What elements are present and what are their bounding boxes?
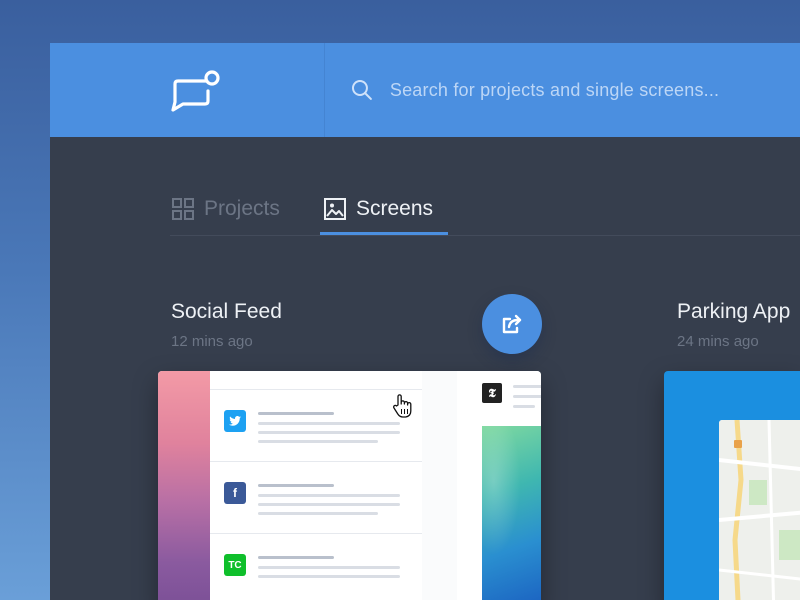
screen-thumbnail-social-feed[interactable]: f TC 𝕿 [158, 371, 541, 600]
app-window: Projects Screens Social Feed 12 mins ago [50, 43, 800, 600]
image-icon [324, 198, 346, 220]
search-icon [351, 80, 372, 100]
tab-bar: Projects Screens [170, 183, 800, 236]
share-button[interactable] [482, 294, 542, 354]
grid-icon [172, 198, 194, 220]
facebook-icon: f [224, 482, 246, 504]
facebook-letter: f [233, 486, 237, 500]
thumbnail-artwork [482, 426, 541, 600]
tab-screens-label: Screens [356, 197, 434, 220]
feed-header [210, 371, 422, 390]
thumbnail-news-panel: 𝕿 [457, 371, 541, 600]
active-tab-indicator [320, 232, 448, 235]
logo-area [50, 43, 325, 137]
techcrunch-icon: TC [224, 554, 246, 576]
list-item [210, 390, 422, 462]
card-title-parking-app[interactable]: Parking App [677, 300, 790, 324]
hand-cursor-icon [393, 394, 412, 418]
thumbnail-map [719, 420, 800, 600]
top-bar [50, 43, 800, 137]
thumbnail-photo-strip [158, 371, 210, 600]
share-icon [502, 314, 522, 334]
chat-bubble-logo-icon[interactable] [170, 69, 222, 113]
card-time-parking-app: 24 mins ago [677, 333, 759, 350]
search-bar [350, 71, 790, 109]
search-input[interactable] [387, 78, 790, 102]
techcrunch-letters: TC [228, 559, 242, 571]
map-roads-icon [719, 420, 800, 600]
tab-projects-label: Projects [204, 197, 280, 220]
list-item: TC [210, 534, 422, 600]
tab-projects[interactable]: Projects [172, 183, 280, 235]
tab-screens[interactable]: Screens [324, 183, 433, 235]
card-time-social-feed: 12 mins ago [171, 333, 253, 350]
twitter-icon [224, 410, 246, 432]
screen-thumbnail-parking-app[interactable] [664, 371, 800, 600]
list-item: f [210, 462, 422, 534]
card-title-social-feed[interactable]: Social Feed [171, 300, 282, 324]
thumbnail-gutter [422, 371, 457, 600]
nyt-logo-icon: 𝕿 [482, 383, 502, 403]
